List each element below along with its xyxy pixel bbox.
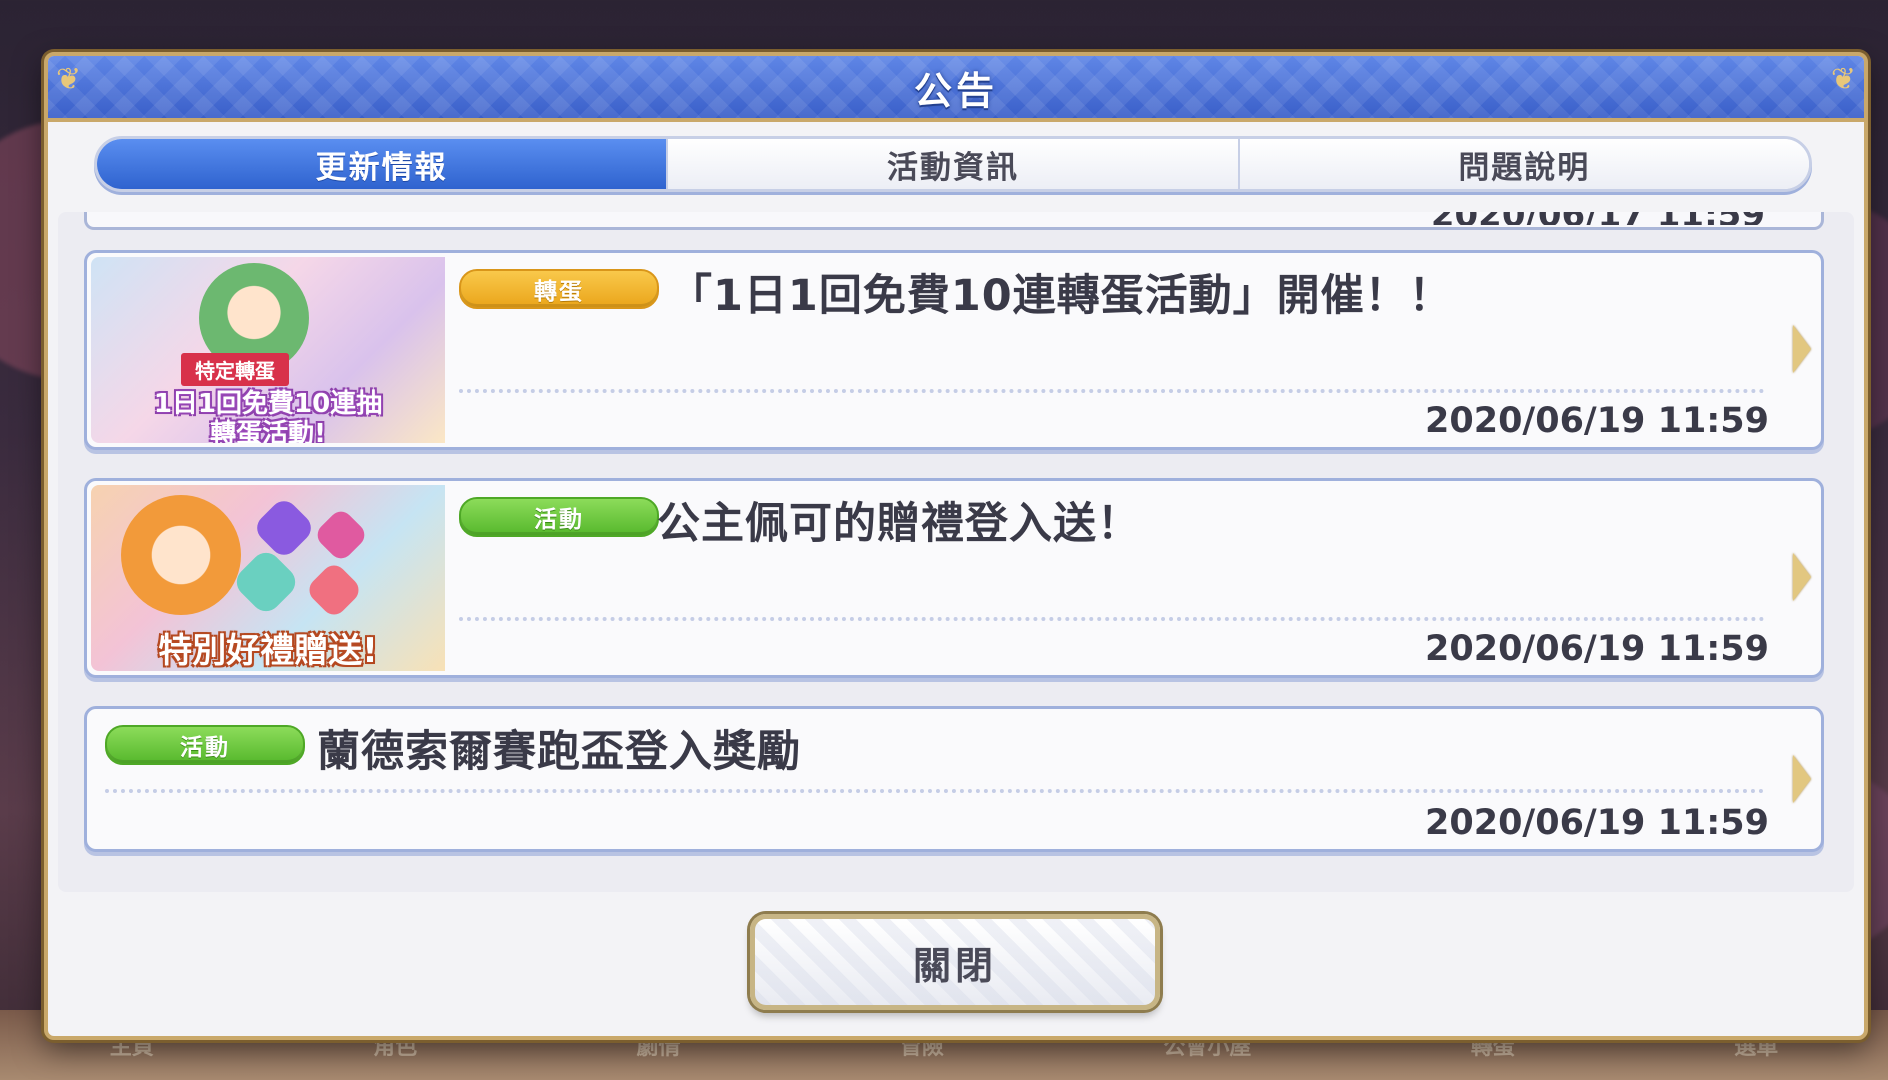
dotted-divider <box>459 389 1765 393</box>
category-badge: 轉蛋 <box>459 269 659 309</box>
category-badge: 活動 <box>459 497 659 537</box>
gem-icon <box>230 546 302 618</box>
announcement-card[interactable]: 活動 蘭德索爾賽跑盃登入獎勵 2020/06/19 11:59 <box>84 706 1824 852</box>
gem-icon <box>312 506 370 564</box>
announcement-card[interactable]: 特定轉蛋 1日1回免費10連抽 轉蛋活動! 轉蛋 「1日1回免費10連轉蛋活動」… <box>84 250 1824 450</box>
announcement-dialog: ❦ 公告 ❦ 更新情報 活動資訊 問題說明 2020/06/17 11:59 特… <box>44 52 1868 1040</box>
announcement-date: 2020/06/19 11:59 <box>1425 629 1769 669</box>
thumbnail-image: 特定轉蛋 1日1回免費10連抽 轉蛋活動! <box>91 257 445 443</box>
tab-bar: 更新情報 活動資訊 問題說明 <box>94 136 1812 192</box>
dotted-divider <box>459 617 1765 621</box>
announcement-list[interactable]: 2020/06/17 11:59 特定轉蛋 1日1回免費10連抽 轉蛋活動! 轉… <box>58 212 1854 892</box>
dialog-title: 公告 <box>913 68 998 113</box>
category-badge: 活動 <box>105 725 305 765</box>
character-portrait <box>121 495 241 615</box>
tab-event-info[interactable]: 活動資訊 <box>668 139 1240 189</box>
tab-help[interactable]: 問題說明 <box>1239 139 1809 189</box>
dialog-header: ❦ 公告 ❦ <box>48 56 1864 122</box>
chevron-right-icon <box>1793 325 1811 373</box>
thumbnail-image: 特別好禮贈送! <box>91 485 445 671</box>
announcement-card-partial[interactable]: 2020/06/17 11:59 <box>84 212 1824 230</box>
gem-icon <box>304 560 364 620</box>
ornament-icon: ❦ <box>1830 62 1856 97</box>
announcement-title: 「1日1回免費10連轉蛋活動」開催！！ <box>669 271 1453 321</box>
chevron-right-icon <box>1793 553 1811 601</box>
ornament-icon: ❦ <box>56 62 82 97</box>
thumbnail-ribbon: 特定轉蛋 <box>181 353 289 386</box>
close-button[interactable]: 關閉 <box>750 914 1160 1010</box>
tab-update-info[interactable]: 更新情報 <box>97 139 669 189</box>
gem-icon <box>251 495 317 561</box>
announcement-card[interactable]: 特別好禮贈送! 活動 公主佩可的贈禮登入送！ 2020/06/19 11:59 <box>84 478 1824 678</box>
announcement-date: 2020/06/17 11:59 <box>1431 212 1765 225</box>
thumbnail-caption: 特別好禮贈送! <box>158 631 378 671</box>
announcement-date: 2020/06/19 11:59 <box>1425 803 1769 843</box>
chevron-right-icon <box>1793 755 1811 803</box>
announcement-title: 公主佩可的贈禮登入送！ <box>657 499 1141 549</box>
dotted-divider <box>105 789 1765 793</box>
announcement-date: 2020/06/19 11:59 <box>1425 401 1769 441</box>
thumbnail-caption: 轉蛋活動! <box>210 419 326 443</box>
announcement-title: 蘭德索爾賽跑盃登入獎勵 <box>317 727 801 777</box>
close-button-label: 關閉 <box>912 943 997 988</box>
